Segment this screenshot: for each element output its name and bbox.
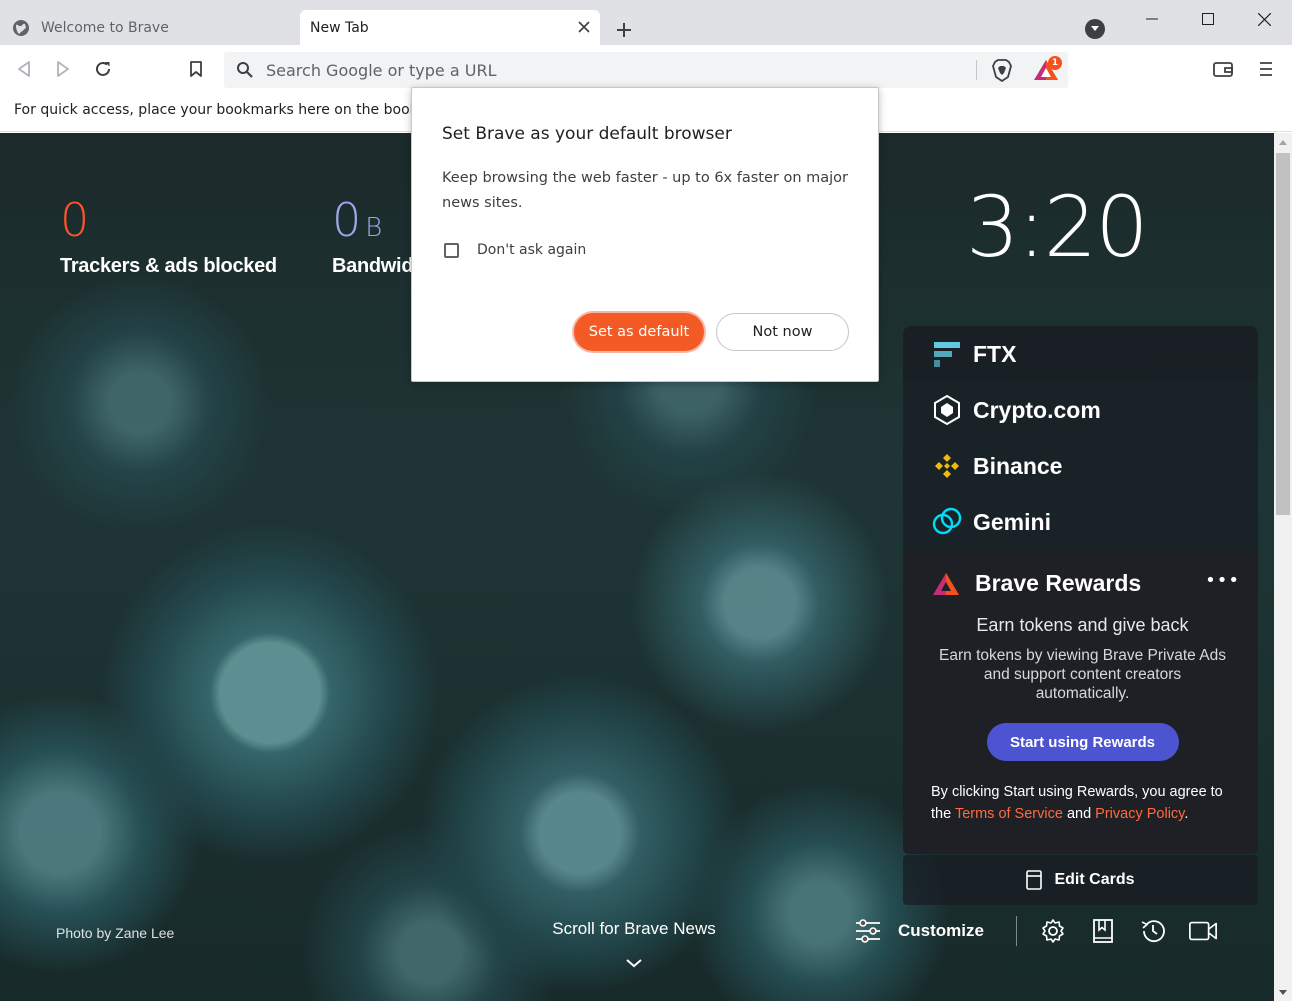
bandwidth-unit: B (365, 213, 383, 243)
maximize-button[interactable] (1180, 0, 1236, 38)
edit-cards-button[interactable]: Edit Cards (903, 855, 1258, 905)
scroll-up-arrow-icon[interactable] (1274, 135, 1292, 149)
widget-tab-binance[interactable]: Binance (903, 438, 1258, 494)
dont-ask-again-checkbox[interactable]: Don't ask again (444, 242, 586, 258)
forward-icon (57, 61, 69, 77)
ftx-icon (931, 338, 963, 370)
more-options-icon[interactable]: ••• (1205, 570, 1240, 591)
widget-tab-label: FTX (973, 340, 1017, 367)
close-tab-icon[interactable] (576, 19, 592, 35)
maximize-icon (1202, 13, 1214, 25)
checkbox-icon[interactable] (444, 242, 459, 258)
bookmarks-button[interactable] (1088, 916, 1118, 946)
gear-icon (1042, 919, 1064, 943)
trackers-count: 0 (60, 193, 90, 247)
new-tab-button[interactable] (612, 18, 636, 42)
trackers-label: Trackers & ads blocked (60, 255, 277, 277)
tab-search-button[interactable] (1085, 19, 1105, 39)
search-icon (237, 62, 253, 78)
minimize-button[interactable] (1124, 0, 1180, 38)
tab-title: Welcome to Brave (41, 19, 169, 36)
brave-talk-button[interactable] (1188, 916, 1218, 946)
terms-and-text: and (1062, 806, 1096, 822)
omnibox[interactable]: 1 (224, 52, 1068, 88)
terms-suffix: . (1184, 806, 1189, 822)
settings-button[interactable] (1038, 916, 1068, 946)
widget-tab-ftx[interactable]: FTX (903, 326, 1258, 382)
rewards-card-title: Brave Rewards (975, 570, 1142, 596)
tab-new-tab[interactable]: New Tab (300, 10, 600, 45)
widget-tab-gemini[interactable]: Gemini (903, 494, 1258, 550)
binance-icon (931, 450, 963, 482)
omnibox-input[interactable] (266, 57, 966, 83)
widget-tab-crypto-com[interactable]: Crypto.com (903, 382, 1258, 438)
close-icon (1257, 12, 1271, 26)
edit-cards-label: Edit Cards (1054, 871, 1135, 888)
close-window-button[interactable] (1236, 0, 1292, 38)
wallet-button[interactable] (1211, 57, 1235, 81)
widget-tab-label: Gemini (973, 508, 1051, 535)
video-camera-icon (1189, 921, 1217, 941)
rewards-subtitle: Earn tokens and give back (976, 615, 1189, 635)
scroll-down-arrow-icon[interactable] (1274, 985, 1292, 999)
scrollbar-thumb[interactable] (1276, 153, 1290, 515)
widget-stack: FTX Crypto.com Binance Gemini Brave Rewa… (903, 326, 1258, 854)
brave-rewards-card: Brave Rewards ••• Earn tokens and give b… (903, 550, 1258, 854)
toolbar: 1 (0, 45, 1292, 92)
hamburger-menu-icon (1260, 62, 1272, 76)
sliders-icon (856, 919, 880, 943)
not-now-button[interactable]: Not now (716, 313, 849, 351)
history-icon (1141, 920, 1165, 943)
scroll-for-news-label[interactable]: Scroll for Brave News (528, 919, 740, 939)
customize-label: Customize (898, 921, 984, 940)
dialog-body: Keep browsing the web faster - up to 6x … (442, 170, 849, 211)
tab-title: New Tab (310, 19, 369, 36)
bookmark-icon (190, 60, 202, 77)
edit-cards-icon (1026, 870, 1043, 890)
brave-rewards-icon (933, 572, 959, 595)
widget-tab-label: Crypto.com (973, 396, 1101, 423)
privacy-policy-link[interactable]: Privacy Policy (1095, 806, 1184, 822)
photo-credit[interactable]: Photo by Zane Lee (56, 925, 174, 941)
page-scrollbar[interactable] (1274, 133, 1292, 1001)
checkbox-label: Don't ask again (477, 242, 587, 258)
gemini-icon (931, 506, 963, 538)
plus-icon (617, 23, 631, 37)
rewards-description: Earn tokens by viewing Brave Private Ads… (939, 647, 1226, 702)
start-using-rewards-button[interactable]: Start using Rewards (986, 723, 1179, 761)
dialog-title: Set Brave as your default browser (442, 124, 732, 144)
tab-welcome[interactable]: Welcome to Brave (0, 10, 298, 45)
trackers-stat: 0 Trackers & ads blocked (60, 197, 277, 278)
bandwidth-count: 0 (332, 193, 362, 247)
chevron-down-icon[interactable] (624, 957, 644, 969)
default-browser-dialog: Set Brave as your default browser Keep b… (411, 87, 879, 382)
widget-tab-label: Binance (973, 452, 1063, 479)
reload-icon (96, 61, 110, 76)
back-icon (18, 61, 30, 77)
minimize-icon (1146, 18, 1158, 20)
reload-button[interactable] (91, 57, 115, 81)
rewards-terms: By clicking Start using Rewards, you agr… (931, 781, 1234, 825)
back-button[interactable] (12, 57, 36, 81)
chevron-down-icon (1091, 26, 1099, 31)
terms-of-service-link[interactable]: Terms of Service (955, 806, 1063, 822)
wallet-icon (1213, 62, 1233, 77)
customize-button[interactable]: Customize (854, 916, 984, 946)
footer-divider (1016, 916, 1017, 946)
brave-shields-icon[interactable] (990, 58, 1014, 82)
globe-icon (13, 19, 29, 36)
history-button[interactable] (1138, 916, 1168, 946)
rewards-card-header: Brave Rewards (931, 570, 1234, 597)
bookmarks-icon (1093, 919, 1113, 943)
bookmark-button[interactable] (184, 57, 208, 81)
clock: 3:20 (966, 178, 1149, 276)
crypto-com-icon (931, 394, 963, 426)
menu-button[interactable] (1254, 57, 1278, 81)
set-as-default-button[interactable]: Set as default (574, 313, 704, 351)
tab-strip: Welcome to Brave New Tab (0, 0, 1292, 45)
omnibox-divider (976, 60, 977, 80)
rewards-badge: 1 (1048, 56, 1062, 70)
forward-button[interactable] (51, 57, 75, 81)
